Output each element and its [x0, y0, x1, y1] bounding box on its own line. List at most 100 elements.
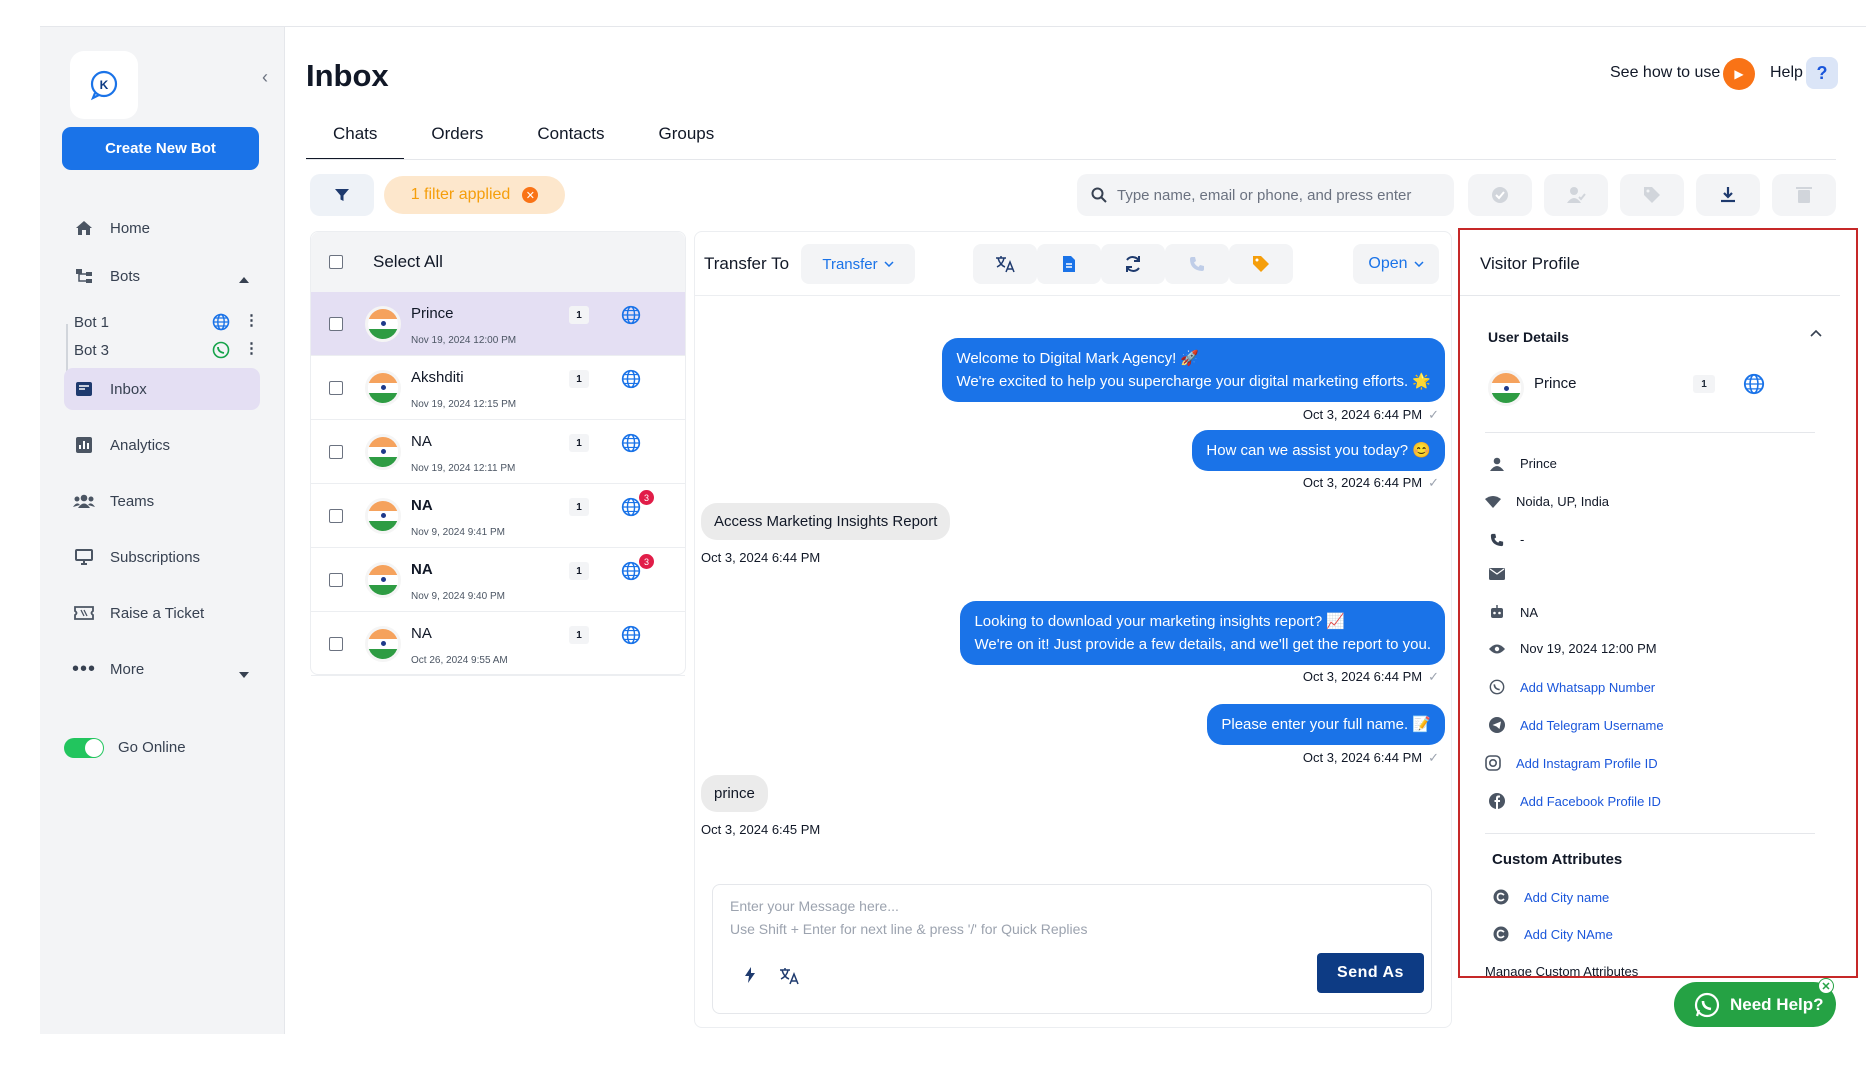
bot-message: Welcome to Digital Mark Agency! 🚀 We're …	[942, 338, 1445, 402]
chevron-up-icon[interactable]	[1810, 324, 1822, 340]
nav-inbox[interactable]: Inbox	[64, 368, 260, 410]
dots-horizontal-icon: •••	[72, 657, 97, 680]
caret-down-icon[interactable]	[239, 665, 249, 682]
tag-button[interactable]	[1620, 174, 1684, 216]
call-button[interactable]	[1165, 244, 1229, 284]
select-all-checkbox[interactable]	[329, 255, 343, 269]
delete-button[interactable]	[1772, 174, 1836, 216]
notes-button[interactable]	[1037, 244, 1101, 284]
status-dropdown[interactable]: Open	[1353, 244, 1439, 284]
whatsapp-icon	[212, 341, 230, 363]
chat-row[interactable]: NA Nov 19, 2024 12:11 PM 1	[311, 420, 685, 484]
chat-contact-name: NA	[411, 497, 433, 514]
clear-filter-icon[interactable]: ✕	[522, 187, 539, 203]
send-as-button[interactable]: Send As	[1317, 953, 1424, 993]
message-text: prince	[714, 785, 755, 802]
nav-raise-ticket[interactable]: Raise a Ticket	[64, 592, 260, 634]
add-city-name-link-2[interactable]: Add City NAme	[1492, 926, 1613, 942]
detail-bot-value: NA	[1520, 604, 1539, 620]
chat-row[interactable]: Prince Nov 19, 2024 12:00 PM 1	[311, 292, 685, 356]
close-help-icon[interactable]: ✕	[1818, 978, 1834, 994]
conversation-panel: Transfer To Transfer Open Welcome to Dig…	[694, 231, 1452, 1028]
chat-logo-icon: K	[90, 70, 118, 101]
refresh-icon	[1126, 256, 1140, 272]
row-checkbox[interactable]	[329, 380, 343, 395]
conversation-header: Transfer To Transfer Open	[695, 232, 1451, 296]
add-instagram-link[interactable]: Add Instagram Profile ID	[1484, 755, 1658, 771]
filter-button[interactable]	[310, 174, 374, 216]
tab-contacts[interactable]: Contacts	[510, 118, 631, 160]
row-checkbox[interactable]	[329, 444, 343, 459]
chat-row[interactable]: NA Nov 9, 2024 9:40 PM 1 3	[311, 548, 685, 612]
india-flag-icon	[1488, 370, 1524, 406]
detail-phone-value: -	[1520, 532, 1525, 547]
nav-inbox-label: Inbox	[110, 380, 147, 398]
row-checkbox[interactable]	[329, 316, 343, 331]
chat-row[interactable]: NA Nov 9, 2024 9:41 PM 1 3	[311, 484, 685, 548]
filter-applied-chip[interactable]: 1 filter applied ✕	[384, 176, 565, 214]
help-question-icon[interactable]: ?	[1806, 57, 1838, 89]
help-label[interactable]: Help	[1770, 64, 1803, 82]
nav-raise-ticket-label: Raise a Ticket	[110, 604, 205, 622]
go-online-toggle[interactable]	[64, 738, 104, 758]
collapse-sidebar-icon[interactable]: ‹	[262, 67, 268, 88]
bot-name: Bot 3	[74, 341, 110, 359]
nav-teams[interactable]: Teams	[64, 480, 260, 522]
row-checkbox[interactable]	[329, 636, 343, 651]
tag-conversation-button[interactable]	[1229, 244, 1293, 284]
check-circle-icon	[1492, 187, 1508, 203]
translate-icon[interactable]	[779, 967, 799, 990]
add-facebook-link[interactable]: Add Facebook Profile ID	[1488, 793, 1661, 809]
chat-row[interactable]: Akshditi Nov 19, 2024 12:15 PM 1	[311, 356, 685, 420]
tab-groups[interactable]: Groups	[631, 118, 741, 160]
download-icon	[1721, 187, 1735, 203]
india-flag-icon	[365, 561, 401, 598]
copyright-circle-icon	[1492, 889, 1510, 905]
bot-item-1[interactable]: Bot 1 ⋮	[74, 309, 259, 335]
manage-custom-attributes-link[interactable]: Manage Custom Attributes	[1485, 964, 1638, 976]
message-input[interactable]	[730, 895, 1410, 943]
see-how-to-use-link[interactable]: See how to use	[1610, 64, 1720, 82]
more-vertical-icon[interactable]: ⋮	[244, 311, 259, 329]
add-telegram-link[interactable]: Add Telegram Username	[1488, 717, 1664, 733]
need-help-button[interactable]: Need Help?	[1674, 982, 1836, 1027]
assign-button[interactable]	[1544, 174, 1608, 216]
add-city-name-link[interactable]: Add City name	[1492, 889, 1609, 905]
transfer-dropdown[interactable]: Transfer	[801, 244, 915, 284]
message-line: Looking to download your marketing insig…	[974, 613, 1346, 630]
brand-logo[interactable]: K	[70, 51, 138, 119]
bot-item-3[interactable]: Bot 3 ⋮	[74, 337, 259, 363]
nav-analytics-label: Analytics	[110, 436, 171, 454]
search-input[interactable]	[1117, 186, 1437, 204]
caret-up-icon[interactable]	[239, 270, 249, 287]
download-button[interactable]	[1696, 174, 1760, 216]
detail-phone: -	[1488, 532, 1524, 547]
nav-subscriptions[interactable]: Subscriptions	[64, 536, 260, 578]
need-help-label: Need Help?	[1730, 994, 1824, 1014]
play-icon[interactable]: ▶	[1723, 58, 1755, 90]
nav-home[interactable]: Home	[64, 207, 260, 249]
row-checkbox[interactable]	[329, 508, 343, 523]
check-icon: ✓	[1428, 407, 1439, 422]
tab-orders[interactable]: Orders	[404, 118, 510, 160]
search-icon	[1091, 187, 1107, 203]
nav-more[interactable]: ••• More	[64, 648, 260, 690]
add-whatsapp-link[interactable]: Add Whatsapp Number	[1488, 679, 1655, 695]
more-vertical-icon[interactable]: ⋮	[244, 339, 259, 357]
chat-row[interactable]: NA Oct 26, 2024 9:55 AM 1	[311, 612, 685, 676]
nav-analytics[interactable]: Analytics	[64, 424, 260, 466]
detail-last-seen-value: Nov 19, 2024 12:00 PM	[1520, 641, 1657, 656]
select-all-row[interactable]: Select All	[311, 232, 685, 292]
quick-reply-bolt-icon[interactable]	[744, 967, 756, 988]
divider	[1485, 432, 1815, 433]
visitor-profile-panel: Visitor Profile User Details Prince 1 Pr…	[1458, 228, 1858, 978]
timestamp-text: Oct 3, 2024 6:44 PM	[1302, 475, 1423, 490]
refresh-button[interactable]	[1101, 244, 1165, 284]
create-new-bot-button[interactable]: Create New Bot	[62, 127, 259, 170]
visitor-profile-title: Visitor Profile	[1480, 254, 1580, 273]
translate-button[interactable]	[973, 244, 1037, 284]
resolve-button[interactable]	[1468, 174, 1532, 216]
row-checkbox[interactable]	[329, 572, 343, 587]
tab-chats[interactable]: Chats	[306, 118, 405, 160]
nav-bots[interactable]: Bots	[64, 255, 260, 297]
